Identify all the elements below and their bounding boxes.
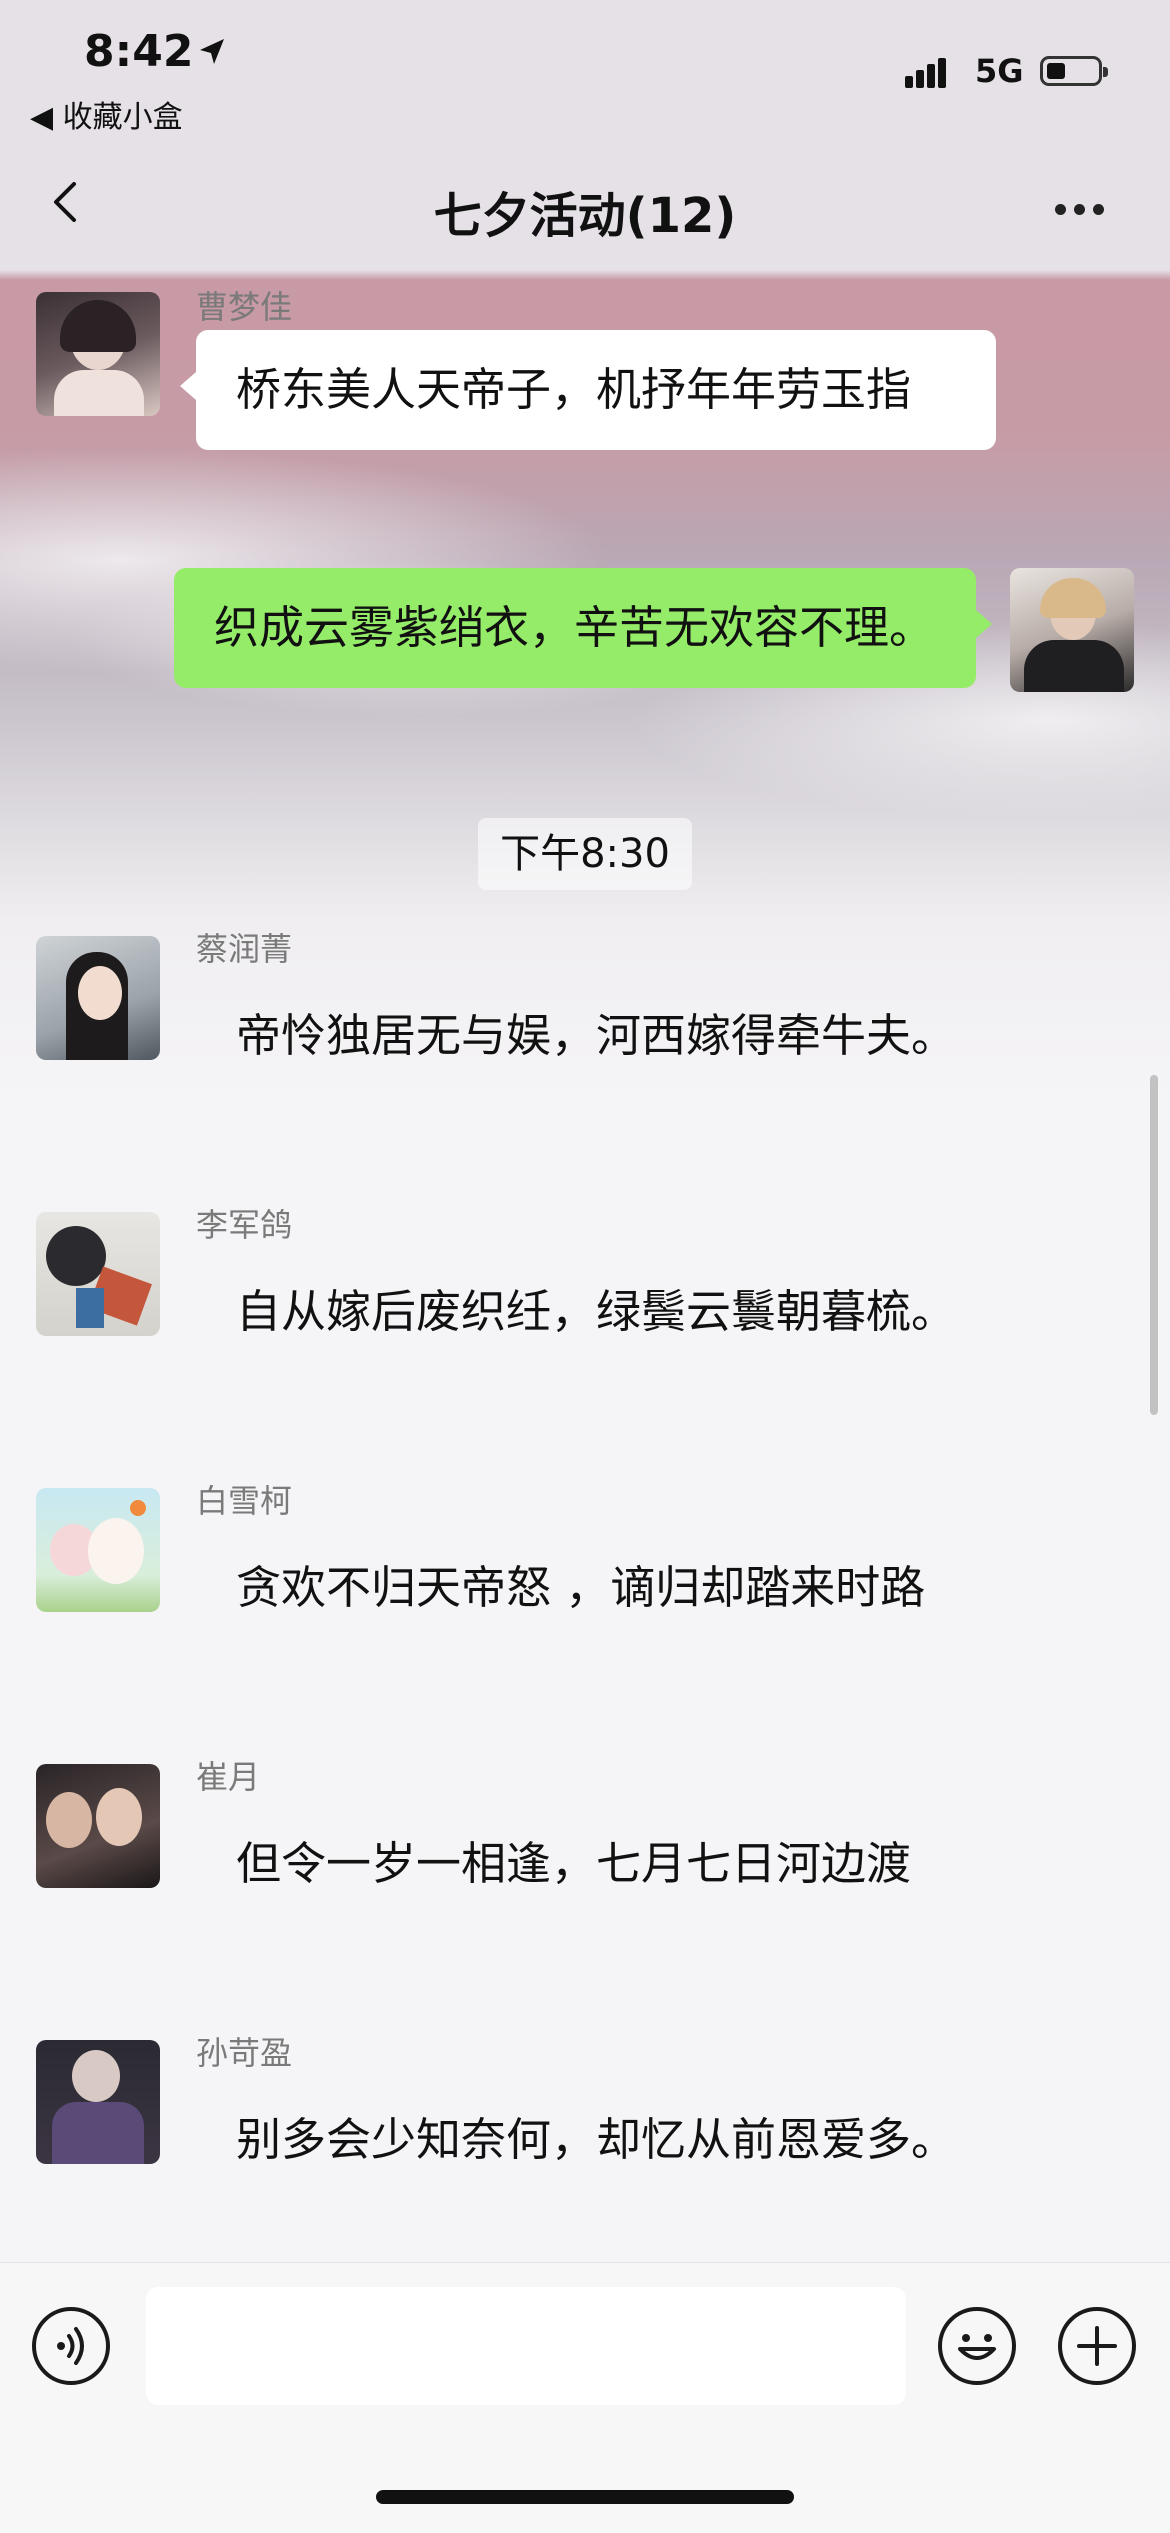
sender-name: 曹梦佳 [196,288,293,326]
signal-icon [905,58,949,88]
more-options-icon[interactable] [1055,200,1112,219]
location-arrow-icon [200,39,224,64]
message-bubble[interactable]: 但令一岁一相逢，七月七日河边渡 [196,1804,996,1924]
status-bar: 8:42 ◀ 收藏小盒 5G [0,0,1170,140]
avatar[interactable] [36,1488,160,1612]
self-avatar[interactable] [1010,568,1134,692]
back-to-app-link[interactable]: ◀ 收藏小盒 [30,92,183,136]
status-time: 8:42 [84,26,194,77]
chat-header: 七夕活动(12) [0,140,1170,270]
bubble-tail [180,372,196,400]
plus-icon[interactable] [1058,2307,1136,2385]
message-bubble[interactable]: 帝怜独居无与娱，河西嫁得牵牛夫。 [196,976,996,1096]
battery-icon [1040,56,1108,86]
message-bubble[interactable]: 别多会少知奈何，却忆从前恩爱多。 [196,2080,996,2200]
message-bubble[interactable]: 自从嫁后废织纴，绿鬓云鬟朝暮梳。 [196,1252,996,1372]
avatar[interactable] [36,936,160,1060]
message-input[interactable] [146,2287,906,2405]
avatar[interactable] [36,2040,160,2164]
message-bubble[interactable]: 贪欢不归天帝怒 ，谪归却踏来时路 [196,1528,1016,1648]
emoji-icon[interactable] [938,2307,1016,2385]
sender-name: 白雪柯 [196,1482,293,1520]
sender-name: 崔月 [196,1758,261,1796]
scrollbar[interactable] [1150,1075,1158,1415]
network-type: 5G [975,52,1024,90]
bubble-tail [976,610,992,638]
message-bubble[interactable]: 织成云雾紫绡衣，辛苦无欢容不理。 [174,568,976,688]
sender-name: 李军鸽 [196,1206,293,1244]
sender-name: 孙苛盈 [196,2034,293,2072]
home-indicator[interactable] [376,2490,794,2504]
avatar[interactable] [36,1764,160,1888]
message-bubble[interactable]: 桥东美人天帝子，机抒年年劳玉指 [196,330,996,450]
chat-title: 七夕活动(12) [433,188,737,244]
sender-name: 蔡润菁 [196,930,293,968]
avatar[interactable] [36,1212,160,1336]
avatar[interactable] [36,292,160,416]
timestamp: 下午8:30 [478,818,692,890]
voice-icon[interactable] [32,2307,110,2385]
